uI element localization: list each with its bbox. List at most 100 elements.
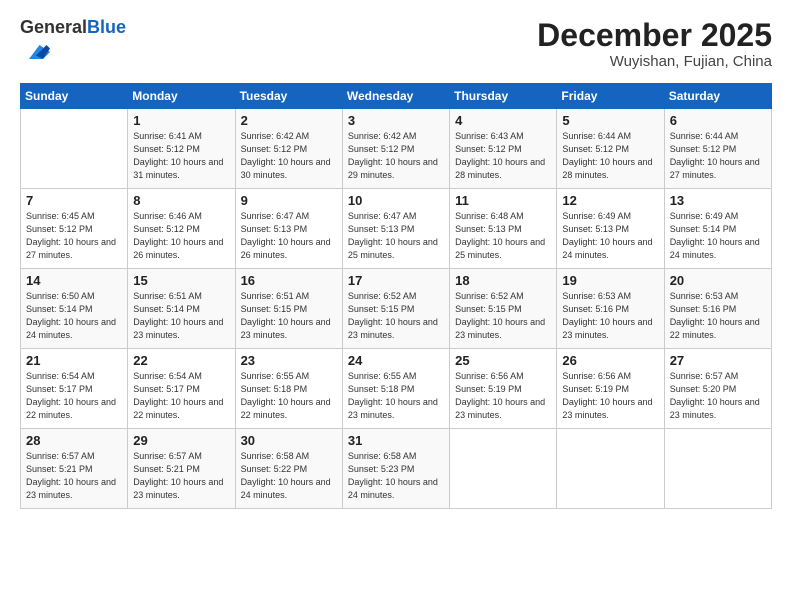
- day-info: Sunrise: 6:54 AMSunset: 5:17 PMDaylight:…: [133, 370, 229, 422]
- day-number: 25: [455, 353, 551, 368]
- title-block: December 2025 Wuyishan, Fujian, China: [537, 18, 772, 70]
- calendar-cell: 17 Sunrise: 6:52 AMSunset: 5:15 PMDayligh…: [342, 268, 449, 348]
- day-number: 27: [670, 353, 766, 368]
- calendar-cell: 10Sunrise: 6:47 AMSunset: 5:13 PMDayligh…: [342, 188, 449, 268]
- day-number: 1: [133, 113, 229, 128]
- day-info: Sunrise: 6:57 AMSunset: 5:21 PMDaylight:…: [133, 450, 229, 502]
- day-number: 14: [26, 273, 122, 288]
- day-number: 19: [562, 273, 658, 288]
- calendar-cell: 11 Sunrise: 6:48 AMSunset: 5:13 PMDayligh…: [450, 188, 557, 268]
- calendar-cell: 7 Sunrise: 6:45 AMSunset: 5:12 PMDaylight…: [21, 188, 128, 268]
- day-info: Sunrise: 6:55 AMSunset: 5:18 PMDaylight:…: [348, 370, 444, 422]
- calendar-cell: 9 Sunrise: 6:47 AMSunset: 5:13 PMDaylight…: [235, 188, 342, 268]
- day-number: 15: [133, 273, 229, 288]
- calendar-cell: 31 Sunrise: 6:58 AMSunset: 5:23 PMDayligh…: [342, 428, 449, 508]
- calendar-cell: 2Sunrise: 6:42 AMSunset: 5:12 PMDaylight…: [235, 108, 342, 188]
- day-info: Sunrise: 6:51 AMSunset: 5:15 PMDaylight:…: [241, 290, 337, 342]
- day-info: Sunrise: 6:51 AMSunset: 5:14 PMDaylight:…: [133, 290, 229, 342]
- day-number: 28: [26, 433, 122, 448]
- day-info: Sunrise: 6:58 AMSunset: 5:23 PMDaylight:…: [348, 450, 444, 502]
- calendar-cell: 30 Sunrise: 6:58 AMSunset: 5:22 PMDayligh…: [235, 428, 342, 508]
- calendar-cell: 25 Sunrise: 6:56 AMSunset: 5:19 PMDayligh…: [450, 348, 557, 428]
- day-info: Sunrise: 6:55 AMSunset: 5:18 PMDaylight:…: [241, 370, 337, 422]
- day-number: 11: [455, 193, 551, 208]
- calendar-week-row: 14Sunrise: 6:50 AMSunset: 5:14 PMDayligh…: [21, 268, 772, 348]
- calendar-cell: 29 Sunrise: 6:57 AMSunset: 5:21 PMDayligh…: [128, 428, 235, 508]
- day-number: 7: [26, 193, 122, 208]
- day-number: 8: [133, 193, 229, 208]
- day-info: Sunrise: 6:57 AMSunset: 5:20 PMDaylight:…: [670, 370, 766, 422]
- calendar-cell: [557, 428, 664, 508]
- day-info: Sunrise: 6:53 AMSunset: 5:16 PMDaylight:…: [670, 290, 766, 342]
- logo-blue: Blue: [87, 17, 126, 37]
- day-info: Sunrise: 6:42 AMSunset: 5:12 PMDaylight:…: [348, 130, 444, 182]
- day-number: 21: [26, 353, 122, 368]
- weekday-header: Thursday: [450, 83, 557, 108]
- calendar-cell: 26 Sunrise: 6:56 AMSunset: 5:19 PMDayligh…: [557, 348, 664, 428]
- calendar-cell: 5 Sunrise: 6:44 AMSunset: 5:12 PMDaylight…: [557, 108, 664, 188]
- calendar-cell: 4 Sunrise: 6:43 AMSunset: 5:12 PMDaylight…: [450, 108, 557, 188]
- calendar-table: SundayMondayTuesdayWednesdayThursdayFrid…: [20, 83, 772, 509]
- day-info: Sunrise: 6:56 AMSunset: 5:19 PMDaylight:…: [455, 370, 551, 422]
- month-title: December 2025: [537, 18, 772, 53]
- calendar-cell: 24 Sunrise: 6:55 AMSunset: 5:18 PMDayligh…: [342, 348, 449, 428]
- day-number: 30: [241, 433, 337, 448]
- calendar-week-row: 28 Sunrise: 6:57 AMSunset: 5:21 PMDayligh…: [21, 428, 772, 508]
- day-info: Sunrise: 6:45 AMSunset: 5:12 PMDaylight:…: [26, 210, 122, 262]
- day-info: Sunrise: 6:44 AMSunset: 5:12 PMDaylight:…: [562, 130, 658, 182]
- day-info: Sunrise: 6:52 AMSunset: 5:15 PMDaylight:…: [348, 290, 444, 342]
- day-number: 20: [670, 273, 766, 288]
- calendar-cell: 18 Sunrise: 6:52 AMSunset: 5:15 PMDayligh…: [450, 268, 557, 348]
- calendar-cell: 6 Sunrise: 6:44 AMSunset: 5:12 PMDaylight…: [664, 108, 771, 188]
- calendar-week-row: 1 Sunrise: 6:41 AMSunset: 5:12 PMDaylight…: [21, 108, 772, 188]
- day-info: Sunrise: 6:47 AMSunset: 5:13 PMDaylight:…: [241, 210, 337, 262]
- calendar-cell: 23Sunrise: 6:55 AMSunset: 5:18 PMDayligh…: [235, 348, 342, 428]
- day-info: Sunrise: 6:57 AMSunset: 5:21 PMDaylight:…: [26, 450, 122, 502]
- day-number: 24: [348, 353, 444, 368]
- weekday-header: Monday: [128, 83, 235, 108]
- calendar-cell: 27 Sunrise: 6:57 AMSunset: 5:20 PMDayligh…: [664, 348, 771, 428]
- day-info: Sunrise: 6:52 AMSunset: 5:15 PMDaylight:…: [455, 290, 551, 342]
- weekday-header: Saturday: [664, 83, 771, 108]
- day-info: Sunrise: 6:46 AMSunset: 5:12 PMDaylight:…: [133, 210, 229, 262]
- calendar-cell: 8 Sunrise: 6:46 AMSunset: 5:12 PMDaylight…: [128, 188, 235, 268]
- day-info: Sunrise: 6:48 AMSunset: 5:13 PMDaylight:…: [455, 210, 551, 262]
- logo-icon: [22, 38, 50, 66]
- day-number: 29: [133, 433, 229, 448]
- day-number: 10: [348, 193, 444, 208]
- day-number: 26: [562, 353, 658, 368]
- day-number: 12: [562, 193, 658, 208]
- day-info: Sunrise: 6:49 AMSunset: 5:13 PMDaylight:…: [562, 210, 658, 262]
- calendar-cell: [450, 428, 557, 508]
- day-info: Sunrise: 6:41 AMSunset: 5:12 PMDaylight:…: [133, 130, 229, 182]
- day-info: Sunrise: 6:49 AMSunset: 5:14 PMDaylight:…: [670, 210, 766, 262]
- day-number: 31: [348, 433, 444, 448]
- day-number: 16: [241, 273, 337, 288]
- header: GeneralBlue December 2025 Wuyishan, Fuji…: [20, 18, 772, 71]
- day-info: Sunrise: 6:53 AMSunset: 5:16 PMDaylight:…: [562, 290, 658, 342]
- day-number: 9: [241, 193, 337, 208]
- calendar-week-row: 21 Sunrise: 6:54 AMSunset: 5:17 PMDayligh…: [21, 348, 772, 428]
- day-number: 17: [348, 273, 444, 288]
- day-number: 18: [455, 273, 551, 288]
- day-info: Sunrise: 6:58 AMSunset: 5:22 PMDaylight:…: [241, 450, 337, 502]
- calendar-page: GeneralBlue December 2025 Wuyishan, Fuji…: [0, 0, 792, 612]
- day-number: 6: [670, 113, 766, 128]
- day-number: 4: [455, 113, 551, 128]
- logo-general: General: [20, 17, 87, 37]
- day-number: 22: [133, 353, 229, 368]
- weekday-header: Wednesday: [342, 83, 449, 108]
- day-info: Sunrise: 6:56 AMSunset: 5:19 PMDaylight:…: [562, 370, 658, 422]
- logo: GeneralBlue: [20, 18, 126, 71]
- calendar-cell: 28 Sunrise: 6:57 AMSunset: 5:21 PMDayligh…: [21, 428, 128, 508]
- calendar-cell: 3Sunrise: 6:42 AMSunset: 5:12 PMDaylight…: [342, 108, 449, 188]
- day-info: Sunrise: 6:43 AMSunset: 5:12 PMDaylight:…: [455, 130, 551, 182]
- calendar-cell: 20 Sunrise: 6:53 AMSunset: 5:16 PMDayligh…: [664, 268, 771, 348]
- calendar-week-row: 7 Sunrise: 6:45 AMSunset: 5:12 PMDaylight…: [21, 188, 772, 268]
- day-number: 5: [562, 113, 658, 128]
- day-info: Sunrise: 6:44 AMSunset: 5:12 PMDaylight:…: [670, 130, 766, 182]
- calendar-cell: [664, 428, 771, 508]
- logo-text: GeneralBlue: [20, 18, 126, 38]
- calendar-cell: 19 Sunrise: 6:53 AMSunset: 5:16 PMDayligh…: [557, 268, 664, 348]
- location: Wuyishan, Fujian, China: [537, 53, 772, 70]
